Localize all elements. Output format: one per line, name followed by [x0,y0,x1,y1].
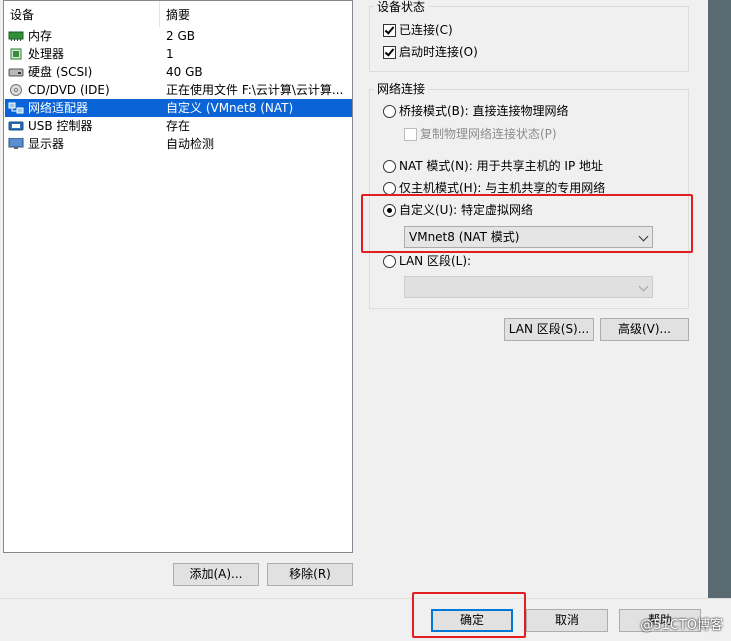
annotation-highlight-ok [412,592,526,638]
device-name: USB 控制器 [28,119,93,133]
device-row-processor[interactable]: 处理器 1 [5,45,352,63]
network-icon [8,102,24,114]
column-header-device[interactable]: 设备 [4,1,159,27]
memory-icon [8,31,24,41]
device-row-memory[interactable]: 内存 2 GB [5,27,352,45]
device-name: 网络适配器 [28,101,89,115]
connect-at-power-on-checkbox[interactable]: 启动时连接(O) [383,43,583,61]
bridged-label: 桥接模式(B): 直接连接物理网络 [399,104,569,118]
check-mark-icon [384,24,395,35]
device-summary: 自定义 (VMnet8 (NAT) [166,101,294,115]
device-summary: 正在使用文件 F:\云计算\云计算... [166,83,344,97]
device-name: CD/DVD (IDE) [28,83,110,97]
checkbox-box[interactable] [404,128,417,141]
device-list[interactable]: 设备 摘要 内存 2 GB 处理器 1 硬盘 (SCSI) 40 GB CD/D… [3,0,353,553]
device-summary: 40 GB [166,65,203,79]
device-summary: 存在 [166,119,191,133]
checkbox-box[interactable] [383,46,396,59]
device-status-group [369,6,689,72]
device-row-network-adapter[interactable]: 网络适配器 自定义 (VMnet8 (NAT) [5,99,352,117]
device-row-usb-controller[interactable]: USB 控制器 存在 [5,117,352,135]
radio-bridged[interactable]: 桥接模式(B): 直接连接物理网络 [383,102,683,120]
background-strip [708,0,731,640]
advanced-button[interactable]: 高级(V)... [600,318,689,341]
radio-lan-segment[interactable]: LAN 区段(L): [383,252,583,270]
annotation-highlight-custom [361,194,693,253]
radio-nat[interactable]: NAT 模式(N): 用于共享主机的 IP 地址 [383,157,683,175]
radio-button[interactable] [383,105,396,118]
device-row-display[interactable]: 显示器 自动检测 [5,135,352,153]
usb-icon [8,121,24,131]
check-mark-icon [384,46,395,57]
lan-segments-button[interactable]: LAN 区段(S)... [504,318,594,341]
connect-at-power-on-label: 启动时连接(O) [399,45,478,59]
device-summary: 自动检测 [166,137,215,151]
radio-button[interactable] [383,255,396,268]
column-header-summary[interactable]: 摘要 [160,1,352,27]
lan-segment-select[interactable] [404,276,653,298]
connected-label: 已连接(C) [399,23,453,37]
cancel-button[interactable]: 取消 [526,609,608,632]
checkbox-box[interactable] [383,24,396,37]
radio-button[interactable] [383,160,396,173]
device-status-title: 设备状态 [374,0,429,14]
device-name: 内存 [28,29,53,43]
remove-device-button[interactable]: 移除(R) [267,563,353,586]
replicate-state-checkbox[interactable]: 复制物理网络连接状态(P) [404,125,664,143]
device-row-hard-disk[interactable]: 硬盘 (SCSI) 40 GB [5,63,352,81]
device-name: 显示器 [28,137,65,151]
device-summary: 2 GB [166,29,195,43]
device-row-cd-dvd[interactable]: CD/DVD (IDE) 正在使用文件 F:\云计算\云计算... [5,81,352,99]
chevron-down-icon [638,281,649,292]
watermark: @51CTO博客 [640,618,723,633]
cpu-icon [10,48,22,60]
device-summary: 1 [166,47,174,61]
add-device-button[interactable]: 添加(A)... [173,563,259,586]
cd-icon [10,84,22,96]
device-name: 硬盘 (SCSI) [28,65,93,79]
nat-label: NAT 模式(N): 用于共享主机的 IP 地址 [399,159,604,173]
lan-segment-label: LAN 区段(L): [399,254,472,268]
network-connection-title: 网络连接 [374,82,429,96]
replicate-state-label: 复制物理网络连接状态(P) [420,127,557,141]
disk-icon [8,68,24,77]
connected-checkbox[interactable]: 已连接(C) [383,21,583,39]
monitor-icon [8,138,24,149]
device-name: 处理器 [28,47,65,61]
